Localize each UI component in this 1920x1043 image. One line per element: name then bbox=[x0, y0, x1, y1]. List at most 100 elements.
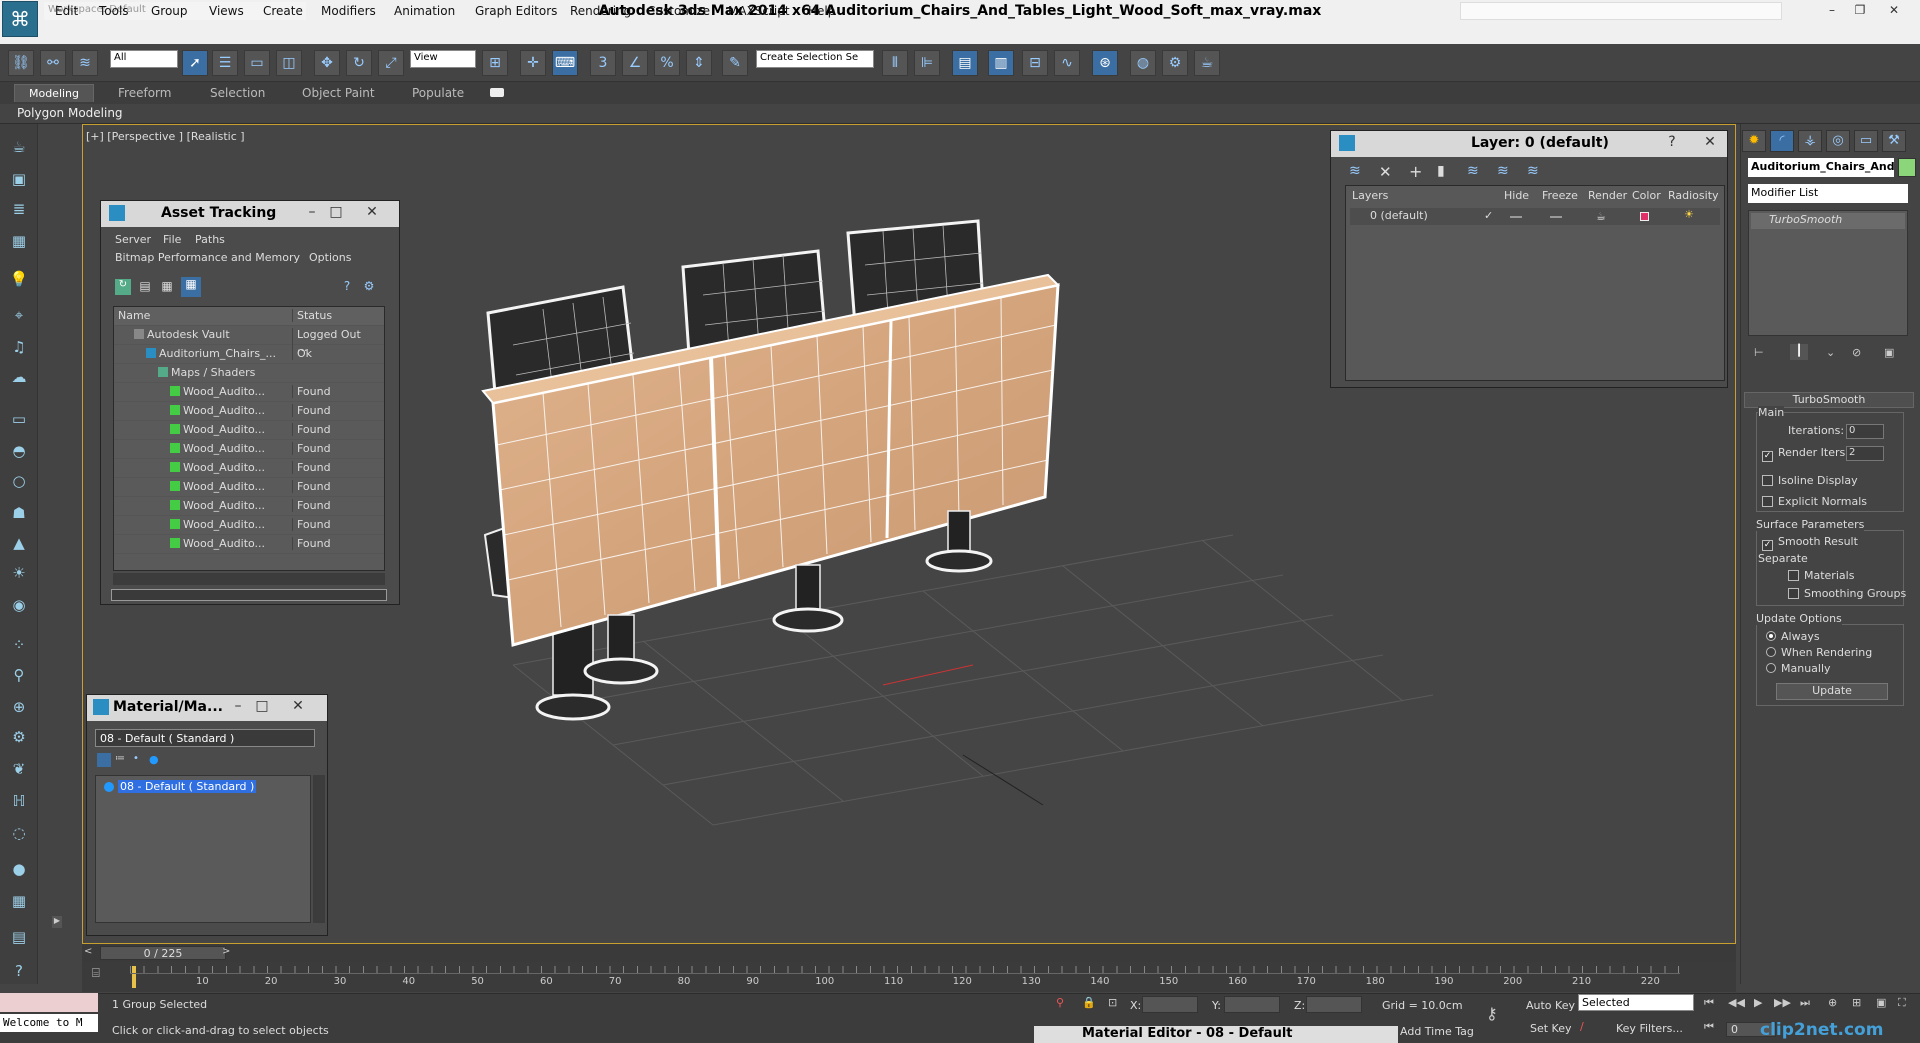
set-key-button[interactable]: Set Key bbox=[1530, 1022, 1572, 1035]
horizontal-scrollbar[interactable] bbox=[113, 573, 385, 585]
asset-row[interactable]: Auditorium_Chairs_... Ok bbox=[114, 345, 384, 364]
named-selection-dropdown[interactable]: Create Selection Se bbox=[756, 50, 874, 68]
utilities-tab-icon[interactable]: ⚒ bbox=[1882, 130, 1906, 152]
key-filters-button[interactable]: Key Filters... bbox=[1616, 1022, 1683, 1035]
toggle-layer-explorer-icon[interactable]: ▥ bbox=[988, 50, 1014, 76]
menu-group[interactable]: Group bbox=[151, 4, 188, 18]
next-frame-icon[interactable]: ▶▶ bbox=[1774, 996, 1791, 1009]
material-editor-minimized-window[interactable]: Material Editor - 08 - Default bbox=[1034, 1026, 1398, 1043]
view-tree-icon[interactable]: ≔ bbox=[115, 753, 129, 767]
key-selection-dropdown[interactable]: Selected bbox=[1578, 994, 1694, 1011]
asset-row[interactable]: Wood_Audito... Found bbox=[114, 535, 384, 554]
pivot-center-icon[interactable]: ⊞ bbox=[482, 50, 508, 76]
panel-close-button[interactable]: ✕ bbox=[361, 204, 383, 220]
hair-icon[interactable]: ℍ bbox=[7, 790, 31, 812]
highlight-layer-icon[interactable]: ≋ bbox=[1467, 163, 1479, 179]
layer-help-button[interactable]: ? bbox=[1661, 134, 1683, 150]
rectangle-icon[interactable]: ▭ bbox=[7, 408, 31, 430]
graphite-modeling-tools-icon[interactable]: ⊟ bbox=[1022, 50, 1048, 76]
make-unique-icon[interactable]: ⌄ bbox=[1826, 346, 1835, 359]
play-icon[interactable]: ▶ bbox=[1754, 996, 1762, 1009]
asset-row[interactable]: Maps / Shaders bbox=[114, 364, 384, 383]
reference-coordinate-dropdown[interactable]: View bbox=[410, 50, 476, 68]
menu-modifiers[interactable]: Modifiers bbox=[321, 4, 376, 18]
render-frame-icon[interactable]: ▣ bbox=[7, 168, 31, 190]
motion-tab-icon[interactable]: ◎ bbox=[1826, 130, 1850, 152]
material-minimize-button[interactable]: – bbox=[227, 698, 249, 714]
column-layers[interactable]: Layers bbox=[1352, 189, 1388, 202]
particles-icon[interactable]: ⁘ bbox=[7, 634, 31, 656]
column-hide[interactable]: Hide bbox=[1504, 189, 1529, 202]
render-teapot-icon[interactable]: ☕ bbox=[1596, 210, 1606, 223]
table-view-icon[interactable]: ▦ bbox=[159, 279, 175, 295]
time-slider[interactable] bbox=[82, 944, 1736, 962]
shell-icon[interactable]: ◌ bbox=[7, 822, 31, 844]
spinner-snap-icon[interactable]: ⇕ bbox=[686, 50, 712, 76]
select-and-link-icon[interactable]: ⛓ bbox=[8, 50, 34, 76]
modify-tab-icon[interactable]: ◜ bbox=[1770, 130, 1794, 152]
render-iters-toggle[interactable]: ✓ Render Iters: bbox=[1762, 446, 1849, 462]
polygon-modeling-label[interactable]: Polygon Modeling bbox=[17, 106, 123, 120]
sound-icon[interactable]: ♫ bbox=[7, 336, 31, 358]
asset-row[interactable]: Wood_Audito... Found bbox=[114, 383, 384, 402]
iterations-spinner[interactable]: 0 bbox=[1846, 424, 1884, 439]
dot-icon[interactable]: • bbox=[133, 753, 147, 767]
list-icon[interactable]: ≣ bbox=[7, 198, 31, 220]
grid-icon[interactable]: ▦ bbox=[7, 890, 31, 912]
asset-row[interactable]: Autodesk Vault Logged Out ... bbox=[114, 326, 384, 354]
menu-views[interactable]: Views bbox=[209, 4, 244, 18]
object-color-swatch[interactable] bbox=[1898, 158, 1916, 177]
light-bulb-icon[interactable]: 💡 bbox=[7, 268, 31, 290]
layer-color-swatch[interactable] bbox=[1640, 212, 1649, 221]
unlink-icon[interactable]: ⚯ bbox=[40, 50, 66, 76]
menu-rendering[interactable]: Rendering bbox=[570, 4, 631, 18]
maximize-viewport-icon[interactable]: ▣ bbox=[1876, 996, 1886, 1009]
menu-help[interactable]: Help bbox=[808, 4, 835, 18]
material-slot-field[interactable]: 08 - Default ( Standard ) bbox=[95, 729, 315, 747]
plant-icon[interactable]: ❦ bbox=[7, 758, 31, 780]
maxscript-output[interactable]: Welcome to M bbox=[0, 1014, 98, 1032]
menu-maxscript[interactable]: MAXScript bbox=[728, 4, 790, 18]
default-tangent-icon[interactable]: ∕ bbox=[1580, 1020, 1584, 1033]
remove-modifier-icon[interactable]: ⊘ bbox=[1852, 346, 1861, 359]
menu-tools[interactable]: Tools bbox=[99, 4, 129, 18]
selection-lock-icon[interactable]: 🔒 bbox=[1082, 996, 1096, 1009]
update-button[interactable]: Update bbox=[1776, 683, 1888, 700]
radiosity-sun-icon[interactable]: ☀ bbox=[1684, 208, 1694, 221]
ribbon-tab-object-paint[interactable]: Object Paint bbox=[302, 86, 375, 100]
x-coordinate-field[interactable] bbox=[1142, 996, 1198, 1013]
maxscript-listener-mini[interactable] bbox=[0, 993, 98, 1012]
hierarchy-tab-icon[interactable]: ⚶ bbox=[1798, 130, 1822, 152]
material-close-button[interactable]: ✕ bbox=[287, 698, 309, 714]
asset-row[interactable]: Wood_Audito... Found bbox=[114, 440, 384, 459]
asset-row[interactable]: Wood_Audito... Found bbox=[114, 402, 384, 421]
cone-icon[interactable]: ▲ bbox=[7, 532, 31, 554]
window-crossing-icon[interactable]: ◫ bbox=[276, 50, 302, 76]
close-button[interactable]: ✕ bbox=[1880, 2, 1908, 20]
explicit-normals-toggle[interactable]: Explicit Normals bbox=[1762, 495, 1867, 508]
isoline-display-toggle[interactable]: Isoline Display bbox=[1762, 474, 1858, 487]
cloud-icon[interactable]: ☁ bbox=[7, 366, 31, 388]
column-status[interactable]: Status bbox=[292, 309, 372, 322]
hide-all-icon[interactable]: ≋ bbox=[1497, 163, 1509, 179]
teapot-small-icon[interactable]: ☗ bbox=[7, 502, 31, 524]
material-editor-icon[interactable]: ◍ bbox=[1130, 50, 1156, 76]
z-coordinate-field[interactable] bbox=[1306, 996, 1362, 1013]
help-icon[interactable]: ? bbox=[339, 279, 355, 295]
hide-toggle[interactable] bbox=[1510, 216, 1522, 218]
freeze-all-icon[interactable]: ≋ bbox=[1527, 163, 1539, 179]
isolate-selection-icon[interactable]: ⚲ bbox=[1056, 996, 1064, 1009]
bind-space-warp-icon[interactable]: ≋ bbox=[72, 50, 98, 76]
asset-row[interactable]: Wood_Audito... Found bbox=[114, 497, 384, 516]
stack-item-turbosmooth[interactable]: TurboSmooth bbox=[1751, 213, 1905, 229]
go-to-end-icon[interactable]: ⏭ bbox=[1800, 996, 1810, 1010]
menu-graph-editors[interactable]: Graph Editors bbox=[475, 4, 557, 18]
zoom-icon[interactable]: ⊕ bbox=[1828, 996, 1837, 1009]
add-time-tag[interactable]: Add Time Tag bbox=[1400, 1025, 1474, 1038]
minimize-button[interactable]: – bbox=[1818, 2, 1846, 20]
show-end-result-icon[interactable]: ┃ bbox=[1790, 344, 1808, 360]
materials-toggle[interactable]: Materials bbox=[1788, 569, 1854, 582]
menu-file[interactable]: File bbox=[163, 233, 181, 246]
snaps-toggle-icon[interactable]: 3 bbox=[590, 50, 616, 76]
infocenter-search[interactable] bbox=[1460, 2, 1782, 20]
